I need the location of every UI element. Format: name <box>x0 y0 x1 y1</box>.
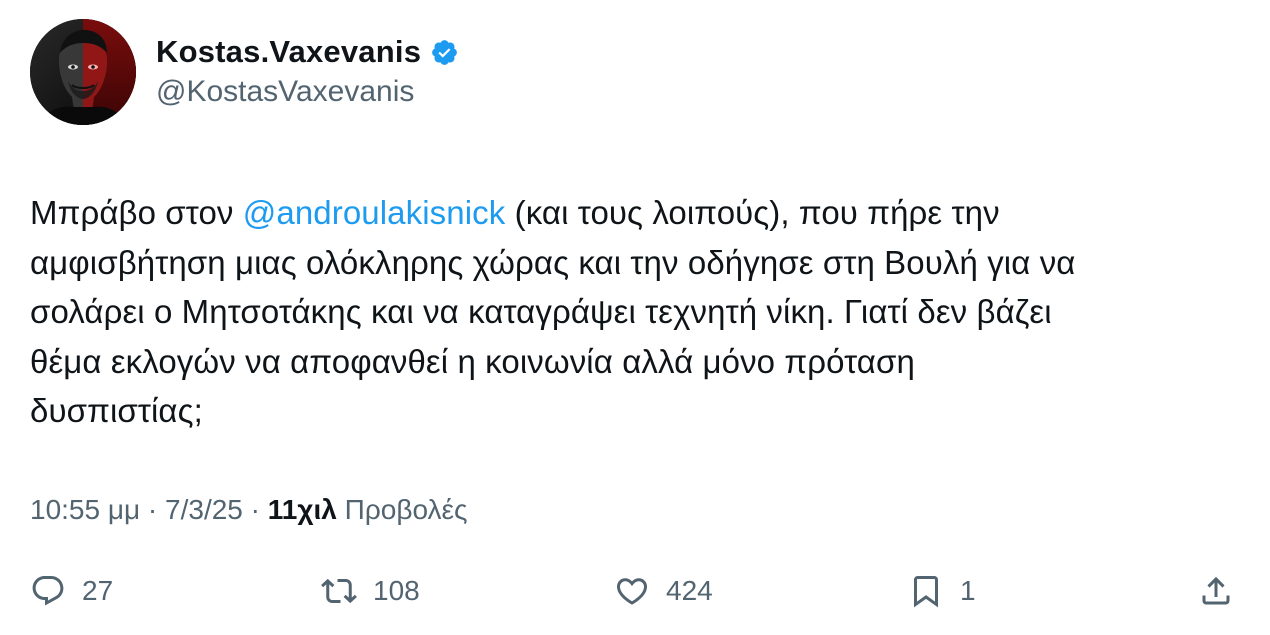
tweet-time[interactable]: 10:55 μμ <box>30 494 140 525</box>
author-handle[interactable]: @KostasVaxevanis <box>156 75 414 109</box>
retweet-count: 108 <box>373 575 420 606</box>
verified-badge-icon[interactable] <box>430 38 459 67</box>
bookmark-icon <box>914 576 938 608</box>
tweet-text-part-1: Μπράβο στον <box>30 194 243 231</box>
bookmark-button[interactable]: 1 <box>908 565 976 617</box>
retweet-icon <box>321 578 357 604</box>
author-display-name[interactable]: Kostas.Vaxevanis <box>156 34 421 70</box>
reply-icon <box>32 576 64 606</box>
views-count: 11χιλ <box>267 494 337 525</box>
tweet-text: Μπράβο στον @androulakisnick (και τους λ… <box>30 188 1250 436</box>
tweet: Kostas.Vaxevanis @KostasVaxevanis Μπράβο… <box>0 0 1270 635</box>
retweet-button[interactable]: 108 <box>321 565 420 617</box>
like-icon <box>616 578 648 605</box>
avatar-image <box>30 19 136 125</box>
views-label: Προβολές <box>344 494 468 525</box>
tweet-meta: 10:55 μμ · 7/3/25 · 11χιλ Προβολές <box>30 494 467 526</box>
tweet-date[interactable]: 7/3/25 <box>165 494 243 525</box>
reply-button[interactable]: 27 <box>30 565 113 617</box>
like-count: 424 <box>666 575 713 606</box>
like-button[interactable]: 424 <box>614 565 713 617</box>
share-button[interactable] <box>1198 565 1234 617</box>
bookmark-count: 1 <box>960 575 976 606</box>
share-icon <box>1202 576 1230 605</box>
action-bar: 27 108 424 1 <box>0 565 1270 617</box>
author-name-row: Kostas.Vaxevanis <box>156 30 459 74</box>
avatar[interactable] <box>30 19 136 125</box>
mention-link[interactable]: @androulakisnick <box>243 194 506 231</box>
reply-count: 27 <box>82 575 114 606</box>
meta-separator: · <box>242 494 268 525</box>
meta-separator: · <box>140 494 166 525</box>
